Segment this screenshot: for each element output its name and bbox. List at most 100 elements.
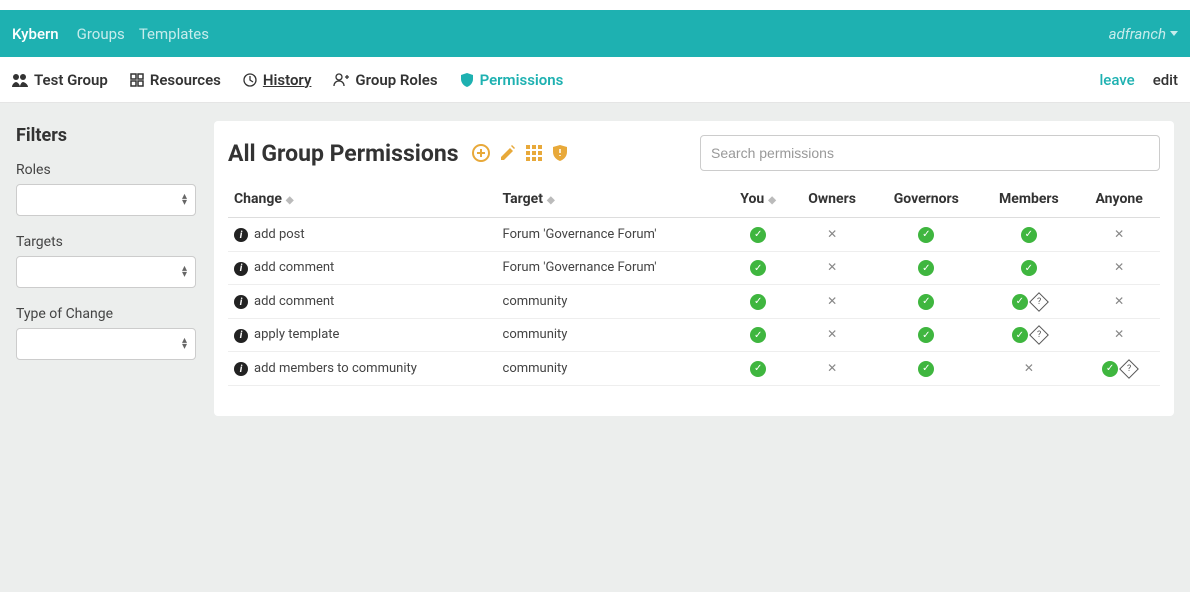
cell-anyone: ✕ [1078, 251, 1160, 285]
grid-permission-icon[interactable] [525, 144, 543, 162]
cross-icon: ✕ [1114, 227, 1124, 241]
check-icon: ✓ [918, 327, 934, 343]
search-permissions-input[interactable] [700, 135, 1160, 171]
col-anyone[interactable]: Anyone [1078, 181, 1160, 218]
group-subnav: Test Group Resources History Group Roles… [0, 57, 1190, 103]
cell-change: iapply template [228, 318, 497, 352]
check-icon: ✓ [1012, 327, 1028, 343]
subnav-group-roles[interactable]: Group Roles [333, 71, 437, 89]
targets-filter-label: Targets [16, 234, 196, 250]
cell-members: ✓ [979, 318, 1078, 352]
cross-icon: ✕ [827, 227, 837, 241]
cell-owners: ✕ [791, 352, 873, 386]
info-icon[interactable]: i [234, 362, 248, 376]
sort-icon: ◆ [286, 195, 294, 206]
check-icon: ✓ [750, 327, 766, 343]
edit-link[interactable]: edit [1153, 71, 1178, 89]
cell-anyone: ✕ [1078, 218, 1160, 252]
cross-icon: ✕ [1024, 361, 1034, 375]
check-icon: ✓ [750, 227, 766, 243]
col-members[interactable]: Members [979, 181, 1078, 218]
subnav-group-roles-label: Group Roles [355, 71, 437, 89]
cell-anyone: ✕ [1078, 285, 1160, 319]
cell-change: iadd members to community [228, 352, 497, 386]
brand-logo[interactable]: Kybern [12, 25, 59, 43]
targets-filter-select[interactable]: ▴▾ [16, 256, 196, 288]
leave-link[interactable]: leave [1099, 71, 1134, 89]
subnav-resources[interactable]: Resources [130, 71, 221, 89]
check-icon: ✓ [750, 260, 766, 276]
subnav-permissions-label: Permissions [480, 71, 564, 89]
condition-icon [1119, 359, 1139, 379]
cell-governors: ✓ [873, 318, 979, 352]
cell-change: iadd post [228, 218, 497, 252]
cell-target: community [497, 352, 726, 386]
cell-owners: ✕ [791, 285, 873, 319]
check-icon: ✓ [918, 227, 934, 243]
shield-permission-icon[interactable] [551, 144, 569, 162]
user-menu[interactable]: adfranch [1109, 25, 1178, 43]
col-you[interactable]: You◆ [725, 181, 791, 218]
roles-filter-select[interactable]: ▴▾ [16, 184, 196, 216]
top-navbar: Kybern Groups Templates adfranch [0, 10, 1190, 57]
cell-owners: ✕ [791, 251, 873, 285]
cell-anyone: ✕ [1078, 318, 1160, 352]
info-icon[interactable]: i [234, 329, 248, 343]
permissions-panel: All Group Permissions [214, 121, 1174, 416]
info-icon[interactable]: i [234, 295, 248, 309]
check-icon: ✓ [918, 294, 934, 310]
cell-members: ✓ [979, 218, 1078, 252]
col-change[interactable]: Change◆ [228, 181, 497, 218]
condition-icon [1029, 292, 1049, 312]
condition-icon [1029, 325, 1049, 345]
cross-icon: ✕ [1114, 260, 1124, 274]
group-name-link[interactable]: Test Group [12, 71, 108, 89]
table-row[interactable]: iadd members to communitycommunity✓✕✓✕✓ [228, 352, 1160, 386]
col-governors[interactable]: Governors [873, 181, 979, 218]
permissions-table: Change◆ Target◆ You◆ Owners Governors Me… [228, 181, 1160, 386]
subnav-resources-label: Resources [150, 71, 221, 89]
cross-icon: ✕ [827, 294, 837, 308]
cell-governors: ✓ [873, 251, 979, 285]
cross-icon: ✕ [1114, 294, 1124, 308]
table-row[interactable]: iadd commentForum 'Governance Forum'✓✕✓✓… [228, 251, 1160, 285]
add-permission-icon[interactable] [471, 143, 491, 163]
col-owners[interactable]: Owners [791, 181, 873, 218]
subnav-history-label: History [263, 71, 312, 89]
subnav-history[interactable]: History [243, 71, 312, 89]
cell-target: community [497, 318, 726, 352]
cell-members: ✓ [979, 251, 1078, 285]
cell-governors: ✓ [873, 218, 979, 252]
check-icon: ✓ [1021, 260, 1037, 276]
edit-permission-icon[interactable] [499, 144, 517, 162]
cell-members: ✕ [979, 352, 1078, 386]
person-plus-icon [333, 73, 349, 87]
cell-target: Forum 'Governance Forum' [497, 251, 726, 285]
nav-groups[interactable]: Groups [77, 25, 125, 43]
check-icon: ✓ [750, 361, 766, 377]
cell-you: ✓ [725, 251, 791, 285]
cell-members: ✓ [979, 285, 1078, 319]
table-row[interactable]: iadd postForum 'Governance Forum'✓✕✓✓✕ [228, 218, 1160, 252]
caret-down-icon [1170, 31, 1178, 36]
sort-icon: ◆ [768, 195, 776, 206]
info-icon[interactable]: i [234, 228, 248, 242]
cell-governors: ✓ [873, 285, 979, 319]
table-row[interactable]: iapply templatecommunity✓✕✓✓✕ [228, 318, 1160, 352]
col-target[interactable]: Target◆ [497, 181, 726, 218]
table-row[interactable]: iadd commentcommunity ✓ ✕ ✓ ✓ ✕ [228, 285, 1160, 319]
type-filter-label: Type of Change [16, 306, 196, 322]
check-icon: ✓ [918, 361, 934, 377]
cell-you: ✓ [725, 352, 791, 386]
subnav-permissions[interactable]: Permissions [460, 71, 564, 89]
filters-heading: Filters [16, 125, 196, 146]
cell-you: ✓ [725, 318, 791, 352]
cell-change: iadd comment [228, 285, 497, 319]
type-filter-select[interactable]: ▴▾ [16, 328, 196, 360]
info-icon[interactable]: i [234, 262, 248, 276]
cell-target: community [497, 285, 726, 319]
check-icon: ✓ [1012, 294, 1028, 310]
nav-templates[interactable]: Templates [139, 25, 209, 43]
user-name: adfranch [1109, 25, 1166, 43]
check-icon: ✓ [750, 294, 766, 310]
